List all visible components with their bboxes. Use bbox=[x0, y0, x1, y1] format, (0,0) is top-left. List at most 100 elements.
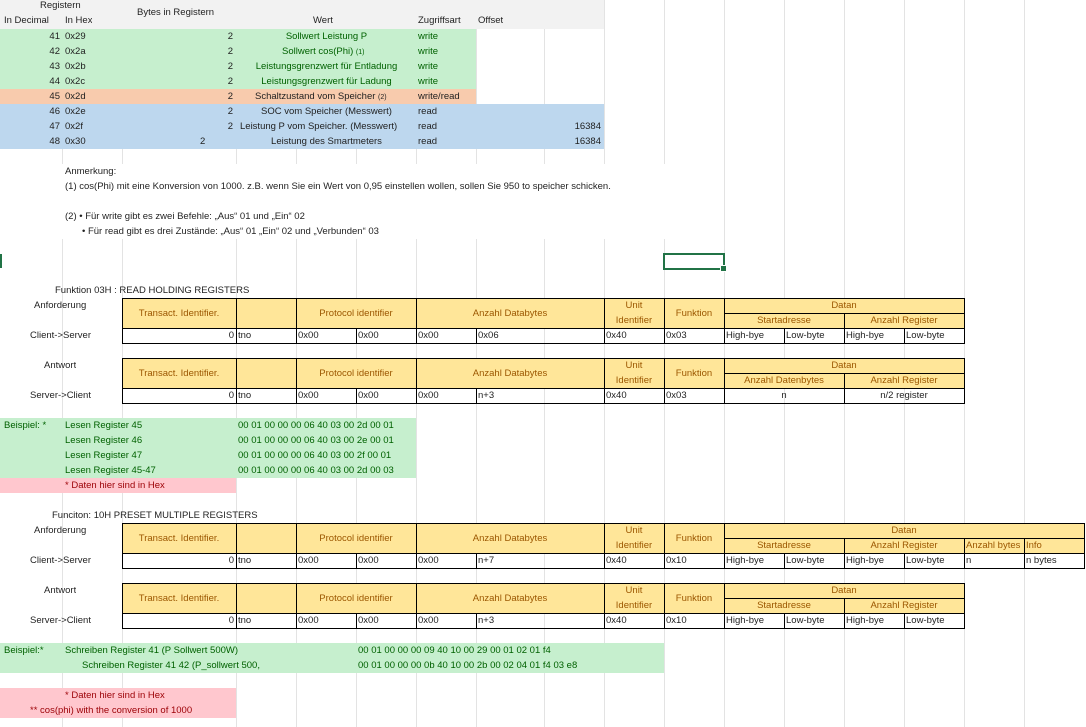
func03-resp-d1: n bbox=[781, 390, 787, 401]
beispiel2-hinweis1: * Daten hier sind in Hex bbox=[65, 690, 165, 701]
row-wert: Schaltzustand vom Speicher (2) bbox=[255, 91, 387, 102]
func03-req-p1: 0x00 bbox=[298, 330, 319, 341]
func10-title: Funciton: 10H PRESET MULTIPLE REGISTERS bbox=[52, 510, 258, 521]
row-wert: Leistungsgrenzwert für Entladung bbox=[255, 61, 398, 72]
func10-anforderung: Anforderung bbox=[34, 525, 87, 536]
row-dec: 43 bbox=[49, 61, 60, 72]
func10-hdr-unit: Unit bbox=[625, 525, 643, 536]
func10-req-p1: 0x00 bbox=[298, 555, 319, 566]
note-2a: (2) • Für write gibt es zwei Befehle: „A… bbox=[65, 211, 305, 222]
row-bytes: 2 bbox=[227, 76, 233, 87]
func10-req-d4: Low-byte bbox=[906, 555, 945, 566]
func10-req-tno: tno bbox=[238, 555, 252, 566]
func03-resp-hdr-identifier: Identifier bbox=[615, 375, 653, 386]
func10-resp-a1: 0x00 bbox=[418, 615, 439, 626]
func03-resp-hdr-protocol: Protocol identifier bbox=[319, 368, 393, 379]
func10-resp-hdr-databytes: Anzahl Databytes bbox=[472, 593, 548, 604]
note-2b: • Für read gibt es drei Zustände: „Aus“ … bbox=[82, 226, 379, 237]
func03-hdr-transact: Transact. Identifier. bbox=[138, 308, 220, 319]
beispiel1-name: Lesen Register 45 bbox=[65, 420, 143, 431]
func10-antwort: Antwort bbox=[44, 585, 77, 596]
func03-resp-hdr-unit: Unit bbox=[625, 360, 643, 371]
row-hex: 0x30 bbox=[65, 136, 86, 147]
row-wert: SOC vom Speicher (Messwert) bbox=[261, 106, 392, 117]
beispiel2-r1-name: Schreiben Register 41 (P Sollwert 500W) bbox=[65, 645, 239, 656]
selected-cell[interactable] bbox=[663, 253, 727, 272]
func03-resp-hdr-databytes: Anzahl Databytes bbox=[472, 368, 548, 379]
func10-client-server: Client->Server bbox=[30, 555, 91, 566]
func10-resp-unit: 0x40 bbox=[606, 615, 627, 626]
func10-req-d2: Low-byte bbox=[786, 555, 825, 566]
func03-req-d3: High-bye bbox=[846, 330, 885, 341]
func10-req-a2: n+7 bbox=[478, 555, 495, 566]
row-zugriff: write bbox=[418, 61, 439, 72]
func03-resp-p2: 0x00 bbox=[358, 390, 379, 401]
func10-resp-p2: 0x00 bbox=[358, 615, 379, 626]
func03-hdr-unit: Unit bbox=[625, 300, 643, 311]
func10-req-d3: High-bye bbox=[846, 555, 885, 566]
beispiel1-hinweis: * Daten hier sind in Hex bbox=[65, 480, 165, 491]
row-hex: 0x29 bbox=[65, 31, 86, 42]
func10-hdr-datan: Datan bbox=[891, 525, 917, 536]
func03-hdr-anzahl-register: Anzahl Register bbox=[870, 315, 938, 326]
func03-antwort: Antwort bbox=[44, 360, 77, 371]
func03-resp-a2: n+3 bbox=[478, 390, 495, 401]
header-in-decimal: In Decimal bbox=[4, 15, 49, 26]
row-zugriff: read bbox=[418, 136, 438, 147]
row-marker bbox=[0, 254, 2, 268]
row-hex: 0x2e bbox=[65, 106, 86, 117]
func10-hdr-info: Info bbox=[1026, 540, 1042, 551]
row-bytes: 2 bbox=[227, 121, 233, 132]
func03-title: Funktion 03H : READ HOLDING REGISTERS bbox=[55, 285, 250, 296]
func03-hdr-databytes: Anzahl Databytes bbox=[472, 308, 548, 319]
row-hex: 0x2d bbox=[65, 91, 86, 102]
row-bytes: 2 bbox=[200, 136, 206, 147]
row-wert: Sollwert cos(Phi) (1) bbox=[282, 46, 365, 57]
func10-resp-hdr-funktion: Funktion bbox=[675, 593, 713, 604]
row-hex: 0x2a bbox=[65, 46, 86, 57]
row-hex: 0x2b bbox=[65, 61, 86, 72]
func10-resp-hdr-identifier: Identifier bbox=[615, 600, 653, 611]
row-bytes: 2 bbox=[227, 46, 233, 57]
func10-resp-hdr-startadresse: Startadresse bbox=[757, 600, 811, 611]
func03-resp-t0: 0 bbox=[228, 390, 234, 401]
func10-resp-hdr-anzahl-register: Anzahl Register bbox=[870, 600, 938, 611]
beispiel2-label: Beispiel:* bbox=[4, 645, 44, 656]
func10-resp-hdr-transact: Transact. Identifier. bbox=[138, 593, 220, 604]
row-dec: 45 bbox=[49, 91, 60, 102]
func03-client-server: Client->Server bbox=[30, 330, 91, 341]
func10-hdr-protocol: Protocol identifier bbox=[319, 533, 393, 544]
func10-hdr-databytes: Anzahl Databytes bbox=[472, 533, 548, 544]
func03-req-d4: Low-byte bbox=[906, 330, 945, 341]
row-wert: Leistung P vom Speicher. (Messwert) bbox=[240, 121, 398, 132]
func10-hdr-anzahl-bytes: Anzahl bytes bbox=[966, 540, 1021, 551]
func03-hdr-funktion: Funktion bbox=[675, 308, 713, 319]
func10-req-unit: 0x40 bbox=[606, 555, 627, 566]
func10-resp-a2: n+3 bbox=[478, 615, 495, 626]
func03-resp-hdr-datan: Datan bbox=[831, 360, 857, 371]
row-bytes: 2 bbox=[227, 106, 233, 117]
func10-req-t0: 0 bbox=[228, 555, 234, 566]
header-bytes: Bytes in Registern bbox=[137, 7, 215, 18]
func03-req-p2: 0x00 bbox=[358, 330, 379, 341]
func03-anforderung: Anforderung bbox=[34, 300, 87, 311]
row-zugriff: read bbox=[418, 121, 438, 132]
notes-title: Anmerkung: bbox=[65, 166, 117, 177]
func10-resp-t0: 0 bbox=[228, 615, 234, 626]
func10-resp-p1: 0x00 bbox=[298, 615, 319, 626]
row-zugriff: read bbox=[418, 106, 438, 117]
func10-hdr-funktion: Funktion bbox=[675, 533, 713, 544]
row-offset: 16384 bbox=[574, 136, 601, 147]
func03-resp-hdr-anzahl-register: Anzahl Register bbox=[870, 375, 938, 386]
row-dec: 42 bbox=[49, 46, 60, 57]
func10-resp-tno: tno bbox=[238, 615, 252, 626]
row-bytes: 2 bbox=[227, 31, 233, 42]
row-hex: 0x2c bbox=[65, 76, 86, 87]
note-1: (1) cos(Phi) mit eine Konversion von 100… bbox=[65, 181, 611, 192]
beispiel2-r1-hex: 00 01 00 00 00 09 40 10 00 29 00 01 02 0… bbox=[358, 645, 551, 656]
beispiel1-hex: 00 01 00 00 00 06 40 03 00 2d 00 03 bbox=[238, 465, 394, 476]
row-dec: 47 bbox=[49, 121, 60, 132]
func03-req-t0: 0 bbox=[228, 330, 234, 341]
func10-req-p2: 0x00 bbox=[358, 555, 379, 566]
func03-req-a2: 0x06 bbox=[478, 330, 499, 341]
